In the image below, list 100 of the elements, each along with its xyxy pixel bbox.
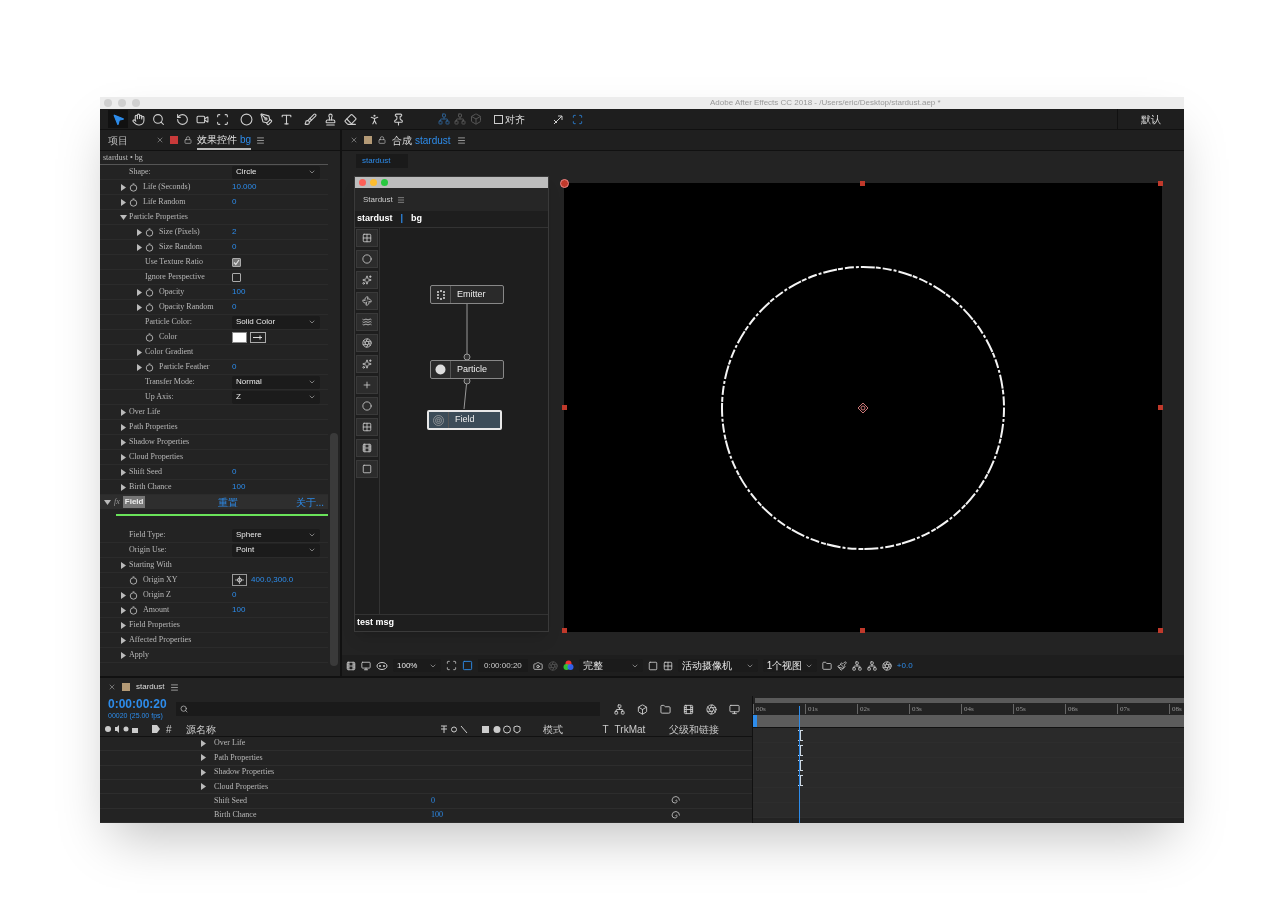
panel-tab[interactable]: stardust — [136, 681, 165, 693]
draft-3d-icon[interactable] — [637, 703, 648, 715]
graph-node[interactable]: Field — [427, 410, 502, 430]
value-text[interactable]: 0 — [232, 466, 237, 478]
graph-node[interactable]: Particle — [430, 360, 504, 379]
flowchart-icon[interactable] — [866, 660, 877, 671]
preview-icon[interactable] — [346, 660, 356, 671]
menu-icon[interactable] — [170, 682, 180, 692]
keyframe-icon[interactable] — [798, 760, 803, 771]
snap-checkbox[interactable]: 对齐 — [494, 111, 525, 127]
burst-node-button[interactable] — [356, 355, 378, 373]
dashed-circle-node-button[interactable] — [356, 397, 378, 415]
transform-handle[interactable] — [1158, 628, 1163, 633]
close-icon[interactable] — [108, 683, 116, 691]
menu-icon[interactable] — [396, 195, 405, 204]
stopwatch-icon[interactable] — [129, 197, 138, 207]
circle-node-button[interactable] — [356, 250, 378, 268]
value-text[interactable]: 0 — [431, 795, 435, 805]
transform-handle[interactable] — [562, 405, 567, 410]
transform-handle[interactable] — [860, 181, 865, 186]
dropdown[interactable]: Point — [232, 543, 320, 557]
expanded-arrow-icon[interactable] — [104, 498, 111, 506]
value-text[interactable]: 0 — [232, 361, 237, 373]
resolution-dropdown[interactable]: 完整 — [578, 659, 643, 672]
camera-dropdown[interactable]: 活动摄像机 — [677, 659, 758, 672]
transparency-icon[interactable] — [662, 660, 673, 671]
collapsed-arrow-icon[interactable] — [120, 483, 127, 491]
checkbox[interactable] — [232, 272, 241, 282]
workspace-button[interactable]: 默认 — [1118, 109, 1184, 129]
collapsed-arrow-icon[interactable] — [136, 363, 143, 371]
collapsed-arrow-icon[interactable] — [136, 288, 143, 296]
stopwatch-icon[interactable] — [145, 362, 154, 372]
exposure-icon[interactable] — [881, 660, 892, 671]
dropdown[interactable]: Circle — [232, 165, 320, 179]
checkbox[interactable] — [232, 257, 241, 267]
lock-icon[interactable] — [378, 136, 386, 144]
expand-arrow-icon[interactable] — [553, 113, 564, 125]
panel-tab[interactable]: 效果控件 bg — [197, 130, 252, 150]
collapsed-arrow-icon[interactable] — [120, 198, 127, 206]
origin-handle[interactable] — [560, 179, 569, 188]
crosshair-icon[interactable] — [232, 574, 247, 586]
value-text[interactable]: 0 — [232, 589, 237, 601]
close-icon[interactable] — [350, 136, 358, 144]
dropdown[interactable]: Z — [232, 390, 320, 404]
dropdown[interactable]: Normal — [232, 375, 320, 389]
collapsed-arrow-icon[interactable] — [120, 591, 127, 599]
dots-node-button[interactable] — [356, 229, 378, 247]
burst-node-button[interactable] — [356, 271, 378, 289]
snapshot-icon[interactable] — [532, 660, 543, 671]
stopwatch-icon[interactable] — [145, 227, 154, 237]
close-icon[interactable] — [156, 136, 164, 144]
hanging-node-button[interactable] — [356, 439, 378, 457]
value-text[interactable]: 2 — [232, 226, 237, 238]
stopwatch-icon[interactable] — [145, 287, 154, 297]
collapsed-arrow-icon[interactable] — [120, 423, 127, 431]
color-swatch[interactable] — [232, 331, 247, 343]
expanded-arrow-icon[interactable] — [120, 213, 127, 221]
transform-handle[interactable] — [860, 628, 865, 633]
current-time[interactable]: 0:00:00:20 — [108, 697, 176, 711]
panel-tab[interactable]: 项目 — [108, 130, 128, 150]
stopwatch-icon[interactable] — [129, 575, 138, 585]
value-text[interactable]: 100 — [232, 604, 246, 616]
collapsed-arrow-icon[interactable] — [136, 243, 143, 251]
stopwatch-icon[interactable] — [145, 332, 154, 342]
collapsed-arrow-icon[interactable] — [120, 408, 127, 416]
about-link[interactable]: 关于... — [295, 494, 324, 510]
value-text[interactable]: 100 — [431, 810, 443, 820]
fan-node-button[interactable] — [356, 292, 378, 310]
collapsed-arrow-icon[interactable] — [120, 651, 127, 659]
rectangle-node-button[interactable] — [356, 460, 378, 478]
lock-icon[interactable] — [184, 136, 192, 144]
value-text[interactable]: 10.000 — [232, 181, 257, 193]
view-layout-dropdown[interactable]: 1个视图 — [762, 659, 817, 672]
stopwatch-icon[interactable] — [129, 590, 138, 600]
keyframe-icon[interactable] — [798, 775, 803, 786]
dropdown[interactable]: Sphere — [232, 528, 320, 542]
keyframe-icon[interactable] — [798, 745, 803, 756]
monitor-icon[interactable] — [361, 660, 371, 671]
rings-node-button[interactable] — [356, 334, 378, 352]
collapsed-arrow-icon[interactable] — [136, 348, 143, 356]
collapsed-arrow-icon[interactable] — [120, 636, 127, 644]
collapsed-arrow-icon[interactable] — [120, 606, 127, 614]
composition-tab[interactable]: stardust — [356, 153, 408, 168]
pointer-tool-button[interactable] — [108, 110, 128, 128]
collapsed-arrow-icon[interactable] — [136, 303, 143, 311]
region-icon[interactable] — [446, 660, 457, 671]
timecode-text[interactable]: 0:00:00:20 — [478, 659, 528, 672]
transform-handle[interactable] — [562, 628, 567, 633]
value-text[interactable]: 0 — [232, 301, 237, 313]
menu-icon[interactable] — [456, 135, 466, 145]
menu-icon[interactable] — [256, 135, 266, 145]
plus-node-button[interactable] — [356, 376, 378, 394]
collapsed-arrow-icon[interactable] — [120, 453, 127, 461]
collapsed-arrow-icon[interactable] — [120, 183, 127, 191]
mask-icon[interactable] — [376, 660, 388, 671]
reset-link[interactable]: 重置 — [218, 494, 239, 510]
eyedropper-icon[interactable] — [250, 331, 266, 343]
collapsed-arrow-icon[interactable] — [120, 438, 127, 446]
keyframe-icon[interactable] — [798, 730, 803, 741]
value-text[interactable]: 0 — [232, 196, 237, 208]
